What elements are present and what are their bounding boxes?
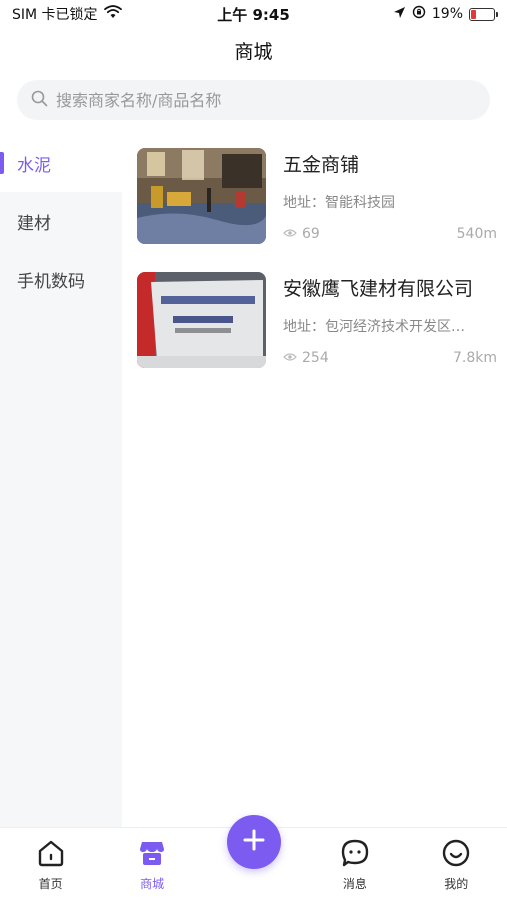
search-bar[interactable] bbox=[17, 80, 490, 120]
category-label: 手机数码 bbox=[17, 271, 85, 292]
category-label: 建材 bbox=[17, 213, 51, 234]
tab-messages[interactable]: 消息 bbox=[315, 838, 395, 892]
carrier-label: SIM 卡已锁定 bbox=[12, 7, 98, 23]
distance: 540m bbox=[456, 226, 497, 242]
page-title: 商城 bbox=[234, 41, 273, 63]
category-sidebar: 水泥 建材 手机数码 bbox=[0, 134, 122, 827]
orientation-lock-icon bbox=[412, 5, 426, 23]
wifi-icon bbox=[103, 5, 122, 23]
tab-shop[interactable]: 商城 bbox=[112, 838, 192, 892]
plus-icon bbox=[242, 828, 266, 856]
smile-icon bbox=[441, 838, 471, 871]
location-arrow-icon bbox=[393, 6, 406, 23]
category-item-cement[interactable]: 水泥 bbox=[0, 134, 122, 192]
add-button[interactable] bbox=[227, 815, 281, 869]
battery-fill bbox=[471, 9, 476, 19]
store-card[interactable]: 安徽鹰飞建材有限公司 地址：包河经济技术开发区… 254 7.8km bbox=[137, 272, 497, 368]
store-address: 地址：智能科技园 bbox=[283, 194, 395, 211]
view-count: 254 bbox=[302, 350, 329, 366]
store-name: 五金商铺 bbox=[283, 154, 360, 176]
shop-icon bbox=[137, 838, 167, 871]
battery-percent: 19% bbox=[431, 6, 463, 22]
status-bar: SIM 卡已锁定 上午 9:45 19% bbox=[0, 0, 507, 28]
category-item-digital[interactable]: 手机数码 bbox=[0, 250, 122, 308]
view-count: 69 bbox=[302, 226, 320, 242]
tab-label: 消息 bbox=[342, 877, 367, 891]
tab-label: 首页 bbox=[38, 877, 63, 891]
store-card[interactable]: 五金商铺 地址：智能科技园 69 540m bbox=[137, 148, 497, 244]
tab-home[interactable]: 首页 bbox=[11, 838, 91, 892]
tab-label: 商城 bbox=[140, 877, 165, 891]
distance: 7.8km bbox=[452, 350, 497, 366]
chat-icon bbox=[340, 838, 370, 871]
search-input[interactable] bbox=[56, 90, 476, 110]
category-item-building-materials[interactable]: 建材 bbox=[0, 192, 122, 250]
tab-profile[interactable]: 我的 bbox=[416, 838, 496, 892]
search-icon bbox=[31, 90, 48, 111]
home-icon bbox=[36, 838, 66, 871]
store-name: 安徽鹰飞建材有限公司 bbox=[283, 278, 474, 300]
store-address: 地址：包河经济技术开发区… bbox=[283, 318, 465, 335]
tab-label: 我的 bbox=[444, 877, 469, 891]
store-list: 五金商铺 地址：智能科技园 69 540m 安徽鹰飞建材有限公司 地址：包河经济… bbox=[137, 148, 497, 396]
category-label: 水泥 bbox=[17, 155, 51, 176]
battery-icon bbox=[469, 7, 498, 21]
eye-icon bbox=[283, 226, 297, 242]
store-thumbnail bbox=[137, 272, 266, 368]
store-thumbnail bbox=[137, 148, 266, 244]
eye-icon bbox=[283, 350, 297, 366]
